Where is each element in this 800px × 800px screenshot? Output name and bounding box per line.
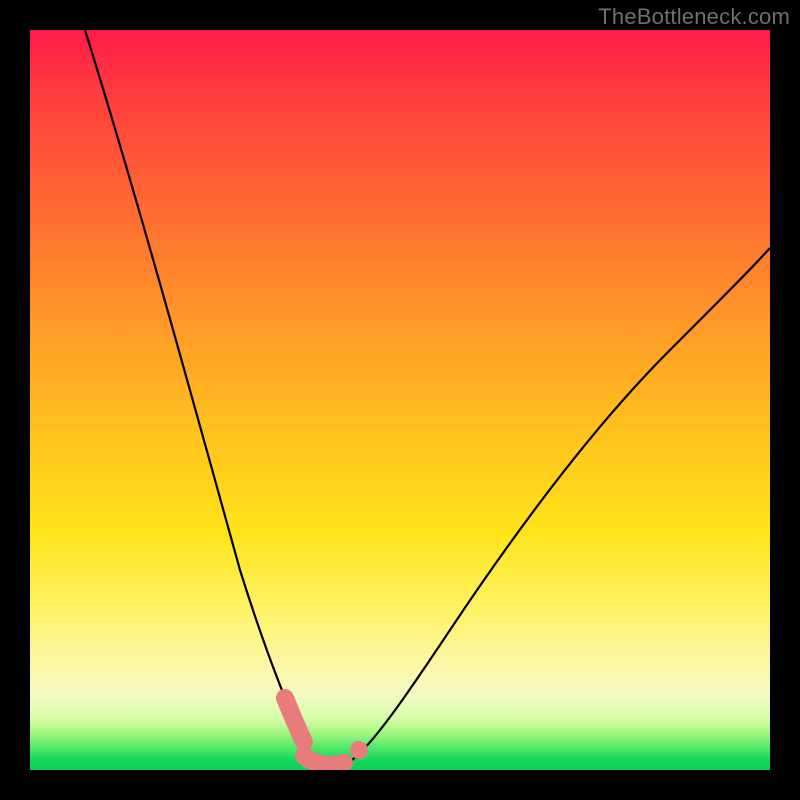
watermark-text: TheBottleneck.com [598,4,790,30]
marker-salmon-bottom [304,756,344,765]
chart-frame: TheBottleneck.com [0,0,800,800]
marker-salmon-left [285,698,304,742]
curve-right-branch [322,248,770,766]
plot-area [30,30,770,770]
curve-left-branch [85,30,322,764]
bottleneck-curve [30,30,770,770]
marker-salmon-dot [350,741,368,759]
